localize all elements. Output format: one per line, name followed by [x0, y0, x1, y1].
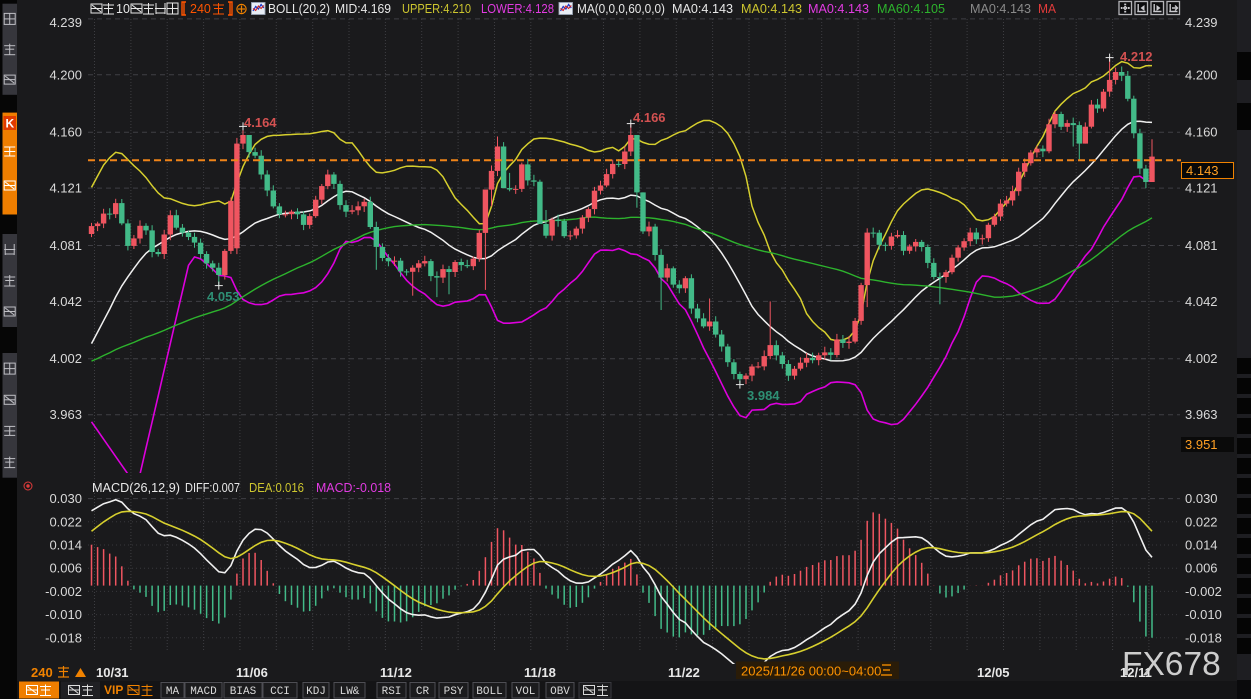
- svg-text:MA0:4.143: MA0:4.143: [672, 2, 733, 16]
- svg-text:0.014: 0.014: [1185, 538, 1218, 553]
- svg-text:4.160: 4.160: [49, 125, 82, 140]
- svg-text:PSY: PSY: [444, 686, 464, 698]
- svg-text:11/22: 11/22: [668, 665, 700, 680]
- svg-text:10/31: 10/31: [96, 665, 129, 680]
- svg-text:240: 240: [31, 665, 53, 680]
- svg-text:3.963: 3.963: [49, 407, 82, 422]
- svg-text:MACD:-0.018: MACD:-0.018: [316, 481, 391, 495]
- svg-text:MA60:4.105: MA60:4.105: [877, 2, 945, 16]
- svg-text:VOL: VOL: [516, 686, 536, 698]
- svg-text:0.006: 0.006: [49, 561, 82, 576]
- svg-text:-0.018: -0.018: [45, 630, 82, 645]
- svg-text:0.014: 0.014: [49, 538, 82, 553]
- svg-text:4.042: 4.042: [49, 294, 82, 309]
- svg-text:RSI: RSI: [382, 686, 402, 698]
- svg-text:MID:4.169: MID:4.169: [335, 2, 391, 16]
- svg-text:MA0:4.143: MA0:4.143: [741, 2, 802, 16]
- svg-text:MACD: MACD: [190, 686, 217, 698]
- svg-text:MA: MA: [166, 686, 180, 698]
- svg-text:4.166: 4.166: [633, 110, 666, 125]
- svg-text:-0.010: -0.010: [45, 607, 82, 622]
- svg-text:K: K: [5, 117, 14, 131]
- svg-text:KDJ: KDJ: [306, 686, 326, 698]
- svg-text:3.951: 3.951: [1185, 437, 1218, 452]
- svg-text:CR: CR: [416, 686, 430, 698]
- svg-text:4.053: 4.053: [207, 289, 240, 304]
- svg-text:4.002: 4.002: [1185, 351, 1218, 366]
- svg-text:-0.018: -0.018: [1185, 630, 1222, 645]
- svg-text:VIP: VIP: [104, 683, 123, 697]
- svg-text:11/12: 11/12: [380, 665, 412, 680]
- svg-text:240: 240: [190, 2, 211, 16]
- svg-text:4.081: 4.081: [1185, 238, 1218, 253]
- svg-text:0.030: 0.030: [49, 491, 82, 506]
- svg-text:MA0:4.143: MA0:4.143: [808, 2, 869, 16]
- svg-text:UPPER:4.210: UPPER:4.210: [402, 2, 471, 16]
- svg-text:0.006: 0.006: [1185, 561, 1218, 576]
- svg-text:MACD(26,12,9): MACD(26,12,9): [92, 481, 180, 495]
- svg-text:MA(0,0,0,60,0,0): MA(0,0,0,60,0,0): [577, 2, 665, 16]
- svg-text:-0.002: -0.002: [1185, 584, 1222, 599]
- svg-text:3.984: 3.984: [747, 388, 780, 403]
- svg-text:4.200: 4.200: [49, 67, 82, 82]
- svg-text:4.212: 4.212: [1120, 49, 1153, 64]
- svg-text:-0.010: -0.010: [1185, 607, 1222, 622]
- svg-text:2025/11/26 00:00~04:00: 2025/11/26 00:00~04:00: [741, 664, 881, 679]
- svg-text:4.239: 4.239: [49, 15, 82, 30]
- svg-text:4.143: 4.143: [1186, 163, 1219, 178]
- svg-text:4.121: 4.121: [49, 181, 82, 196]
- svg-text:10: 10: [116, 2, 130, 16]
- svg-text:4.164: 4.164: [244, 115, 277, 130]
- svg-text:4.200: 4.200: [1185, 67, 1218, 82]
- svg-text:3.963: 3.963: [1185, 407, 1218, 422]
- svg-text:DEA:0.016: DEA:0.016: [249, 481, 304, 495]
- svg-text:4.239: 4.239: [1185, 15, 1218, 30]
- svg-text:CCI: CCI: [270, 686, 290, 698]
- svg-text:BOLL: BOLL: [476, 686, 502, 698]
- svg-text:0.030: 0.030: [1185, 491, 1218, 506]
- svg-text:BOLL(20,2): BOLL(20,2): [268, 2, 330, 16]
- svg-text:4.042: 4.042: [1185, 294, 1218, 309]
- svg-text:0.022: 0.022: [1185, 514, 1218, 529]
- svg-text:11/06: 11/06: [236, 665, 268, 680]
- svg-text:-0.002: -0.002: [45, 584, 82, 599]
- svg-text:4.002: 4.002: [49, 351, 82, 366]
- svg-text:0.022: 0.022: [49, 514, 82, 529]
- svg-text:4.121: 4.121: [1185, 181, 1218, 196]
- svg-text:11/18: 11/18: [524, 665, 556, 680]
- svg-text:12/05: 12/05: [977, 665, 1010, 680]
- svg-text:MA0:4.143: MA0:4.143: [970, 2, 1031, 16]
- svg-text:LOWER:4.128: LOWER:4.128: [481, 2, 554, 16]
- svg-text:4.081: 4.081: [49, 238, 82, 253]
- svg-text:OBV: OBV: [550, 686, 570, 698]
- svg-text:4.160: 4.160: [1185, 125, 1218, 140]
- svg-text:DIFF:0.007: DIFF:0.007: [185, 481, 240, 495]
- svg-text:LW&: LW&: [340, 686, 360, 698]
- svg-text:BIAS: BIAS: [230, 686, 257, 698]
- svg-text:FX678: FX678: [1122, 646, 1221, 683]
- svg-text:MA: MA: [1038, 2, 1057, 16]
